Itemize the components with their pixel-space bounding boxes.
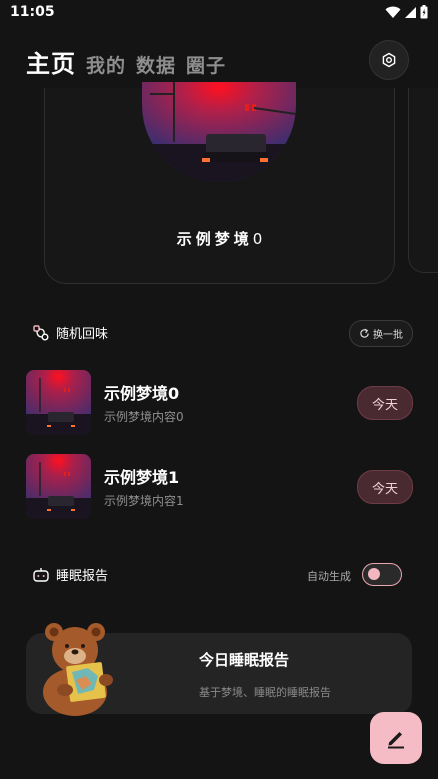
list-item[interactable]: 示例梦境0 示例梦境内容0 今天: [26, 370, 414, 436]
featured-dream-card[interactable]: 示例梦境0: [44, 82, 395, 284]
swap-batch-label: 换一批: [373, 330, 403, 341]
auto-generate-toggle[interactable]: [362, 563, 402, 586]
bear-illustration: [43, 623, 113, 716]
wifi-icon: [385, 6, 401, 18]
new-dream-edit-button[interactable]: [370, 712, 422, 764]
random-recall-header: 随机回味: [32, 323, 108, 342]
battery-icon: [420, 5, 428, 19]
auto-generate-label: 自动生成: [307, 570, 351, 583]
status-time: 11:05: [10, 4, 55, 20]
tab-mine[interactable]: 我的: [86, 51, 126, 78]
settings-icon: [382, 52, 396, 68]
settings-button[interactable]: [369, 40, 409, 80]
report-title: 今日睡眠报告: [199, 651, 290, 669]
status-bar: 11:05: [0, 0, 438, 26]
top-tabs: 主页 我的 数据 圈子: [26, 44, 226, 79]
sleep-report-header: 睡眠报告: [32, 565, 108, 584]
next-dream-card[interactable]: [408, 88, 438, 273]
dream-thumbnail: [26, 370, 91, 435]
list-item[interactable]: 示例梦境1 示例梦境内容1 今天: [26, 454, 414, 520]
robot-icon: [33, 567, 49, 582]
random-recall-label: 随机回味: [56, 327, 109, 342]
featured-dream-title: 示例梦境0: [45, 228, 394, 249]
status-icons: [385, 5, 428, 19]
refresh-icon: [360, 328, 369, 338]
today-badge-button[interactable]: 今天: [357, 470, 413, 504]
today-badge-button[interactable]: 今天: [357, 386, 413, 420]
dream-title: 示例梦境0: [104, 384, 180, 403]
report-subtitle: 基于梦境、睡眠的睡眠报告: [199, 686, 331, 699]
sleep-report-label: 睡眠报告: [56, 569, 109, 584]
featured-dream-number: 0: [252, 230, 263, 248]
dream-title: 示例梦境1: [104, 468, 180, 487]
toggle-knob: [368, 568, 380, 580]
dream-subtitle: 示例梦境内容0: [104, 410, 184, 424]
edit-pen-icon: [388, 732, 404, 749]
dream-thumbnail: [26, 454, 91, 519]
shuffle-icon: [33, 324, 49, 340]
tab-circle[interactable]: 圈子: [186, 51, 226, 78]
featured-dream-title-text: 示例梦境: [176, 230, 253, 248]
dream-subtitle: 示例梦境内容1: [104, 494, 184, 508]
swap-batch-button[interactable]: 换一批: [349, 320, 413, 347]
dream-image: [142, 82, 296, 182]
tab-data[interactable]: 数据: [136, 51, 176, 78]
signal-icon: [405, 6, 416, 18]
tab-home[interactable]: 主页: [26, 44, 76, 79]
